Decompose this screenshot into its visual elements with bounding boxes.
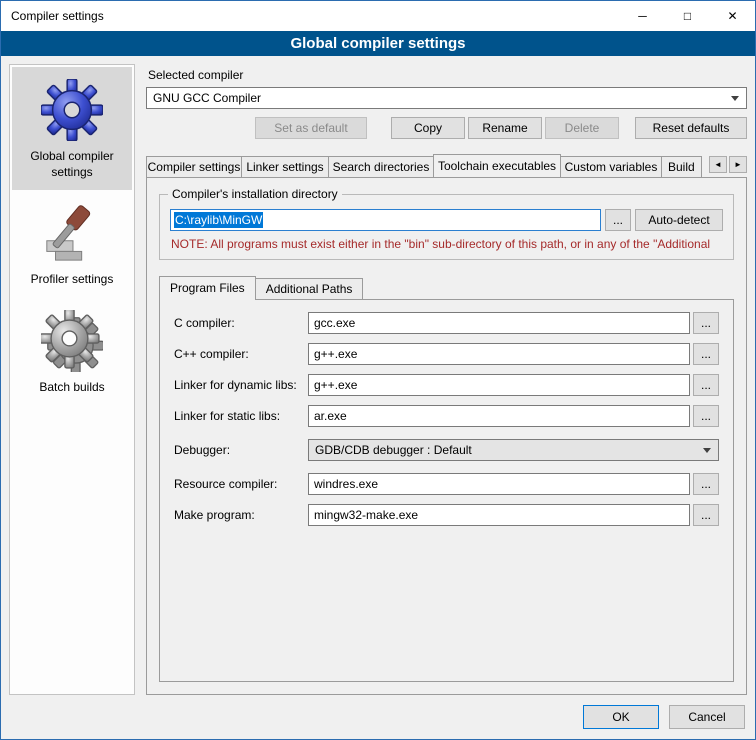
close-icon[interactable]: ✕ xyxy=(710,1,755,31)
bin-subdirectory-note: NOTE: All programs must exist either in … xyxy=(171,237,722,251)
window-controls: ─ □ ✕ xyxy=(620,1,755,31)
tab-scroll-right-icon[interactable]: ► xyxy=(729,156,747,173)
selected-compiler-dropdown[interactable]: GNU GCC Compiler xyxy=(146,87,747,109)
debugger-label: Debugger: xyxy=(174,443,308,457)
batch-builds-gear-icon xyxy=(41,310,103,372)
debugger-value: GDB/CDB debugger : Default xyxy=(315,443,472,457)
resource-compiler-browse-button[interactable]: ... xyxy=(693,473,719,495)
field-row-linker-static: Linker for static libs: ... xyxy=(174,405,719,427)
tab-bar: Compiler settings Linker settings Search… xyxy=(146,154,747,177)
installation-directory-browse-button[interactable]: ... xyxy=(605,209,631,231)
field-row-resource-compiler: Resource compiler: ... xyxy=(174,473,719,495)
compiler-settings-window: Compiler settings ─ □ ✕ Global compiler … xyxy=(0,0,756,740)
rename-button[interactable]: Rename xyxy=(468,117,542,139)
dialog-header: Global compiler settings xyxy=(1,31,755,56)
resource-compiler-input[interactable] xyxy=(308,473,690,495)
sidebar-item-label: Global compiler settings xyxy=(14,149,130,180)
maximize-icon[interactable]: □ xyxy=(665,1,710,31)
installation-directory-input[interactable]: C:\raylib\MinGW xyxy=(170,209,601,231)
content: Global compiler settings Profiler settin… xyxy=(1,56,755,703)
field-row-debugger: Debugger: GDB/CDB debugger : Default xyxy=(174,439,719,461)
sidebar-item-global-compiler-settings[interactable]: Global compiler settings xyxy=(12,67,132,190)
linker-dynamic-label: Linker for dynamic libs: xyxy=(174,378,308,392)
tab-toolchain-executables[interactable]: Toolchain executables xyxy=(433,154,561,177)
sidebar-item-profiler-settings[interactable]: Profiler settings xyxy=(12,190,132,298)
make-program-input[interactable] xyxy=(308,504,690,526)
sidebar: Global compiler settings Profiler settin… xyxy=(9,64,135,695)
tab-compiler-settings[interactable]: Compiler settings xyxy=(146,156,242,177)
ok-button[interactable]: OK xyxy=(583,705,659,729)
installation-directory-row: C:\raylib\MinGW ... Auto-detect xyxy=(170,209,723,231)
tab-search-directories[interactable]: Search directories xyxy=(328,156,434,177)
installation-directory-value: C:\raylib\MinGW xyxy=(174,212,263,228)
set-as-default-button[interactable]: Set as default xyxy=(255,117,367,139)
field-row-linker-dynamic: Linker for dynamic libs: ... xyxy=(174,374,719,396)
toolchain-executables-panel: Compiler's installation directory C:\ray… xyxy=(146,177,747,695)
cpp-compiler-browse-button[interactable]: ... xyxy=(693,343,719,365)
gear-icon xyxy=(41,79,103,141)
make-program-label: Make program: xyxy=(174,508,308,522)
installation-directory-group: Compiler's installation directory C:\ray… xyxy=(159,194,734,260)
sidebar-item-label: Batch builds xyxy=(39,380,104,396)
tab-scroll-left-icon[interactable]: ◄ xyxy=(709,156,727,173)
reset-defaults-button[interactable]: Reset defaults xyxy=(635,117,747,139)
chevron-down-icon xyxy=(703,448,711,453)
compiler-actions: Set as default Copy Rename Delete Reset … xyxy=(146,117,747,139)
cpp-compiler-label: C++ compiler: xyxy=(174,347,308,361)
c-compiler-browse-button[interactable]: ... xyxy=(693,312,719,334)
installation-directory-group-label: Compiler's installation directory xyxy=(168,187,342,201)
linker-static-label: Linker for static libs: xyxy=(174,409,308,423)
tab-strip: Compiler settings Linker settings Search… xyxy=(146,154,707,177)
cancel-button[interactable]: Cancel xyxy=(669,705,745,729)
program-files-panel: C compiler: ... C++ compiler: ... Linker… xyxy=(159,299,734,682)
c-compiler-label: C compiler: xyxy=(174,316,308,330)
dialog-footer: OK Cancel xyxy=(1,703,755,739)
field-row-make-program: Make program: ... xyxy=(174,504,719,526)
window-title: Compiler settings xyxy=(1,9,104,23)
subtab-bar: Program Files Additional Paths xyxy=(159,276,734,299)
sidebar-item-batch-builds[interactable]: Batch builds xyxy=(12,298,132,406)
linker-dynamic-browse-button[interactable]: ... xyxy=(693,374,719,396)
subtab-additional-paths[interactable]: Additional Paths xyxy=(255,278,364,299)
profiler-hammer-icon xyxy=(41,202,103,264)
delete-button[interactable]: Delete xyxy=(545,117,619,139)
make-program-browse-button[interactable]: ... xyxy=(693,504,719,526)
tab-custom-variables[interactable]: Custom variables xyxy=(560,156,662,177)
subtab-program-files[interactable]: Program Files xyxy=(159,276,256,300)
chevron-down-icon xyxy=(731,96,739,101)
main-panel: Selected compiler GNU GCC Compiler Set a… xyxy=(146,64,747,695)
linker-static-input[interactable] xyxy=(308,405,690,427)
selected-compiler-value: GNU GCC Compiler xyxy=(153,91,261,105)
field-row-cpp-compiler: C++ compiler: ... xyxy=(174,343,719,365)
resource-compiler-label: Resource compiler: xyxy=(174,477,308,491)
minimize-icon[interactable]: ─ xyxy=(620,1,665,31)
field-row-c-compiler: C compiler: ... xyxy=(174,312,719,334)
cpp-compiler-input[interactable] xyxy=(308,343,690,365)
debugger-dropdown[interactable]: GDB/CDB debugger : Default xyxy=(308,439,719,461)
copy-button[interactable]: Copy xyxy=(391,117,465,139)
tab-linker-settings[interactable]: Linker settings xyxy=(241,156,329,177)
sidebar-item-label: Profiler settings xyxy=(31,272,114,288)
tab-build[interactable]: Build xyxy=(661,156,702,177)
titlebar: Compiler settings ─ □ ✕ xyxy=(1,1,755,31)
linker-dynamic-input[interactable] xyxy=(308,374,690,396)
c-compiler-input[interactable] xyxy=(308,312,690,334)
selected-compiler-label: Selected compiler xyxy=(148,68,747,82)
linker-static-browse-button[interactable]: ... xyxy=(693,405,719,427)
auto-detect-button[interactable]: Auto-detect xyxy=(635,209,723,231)
